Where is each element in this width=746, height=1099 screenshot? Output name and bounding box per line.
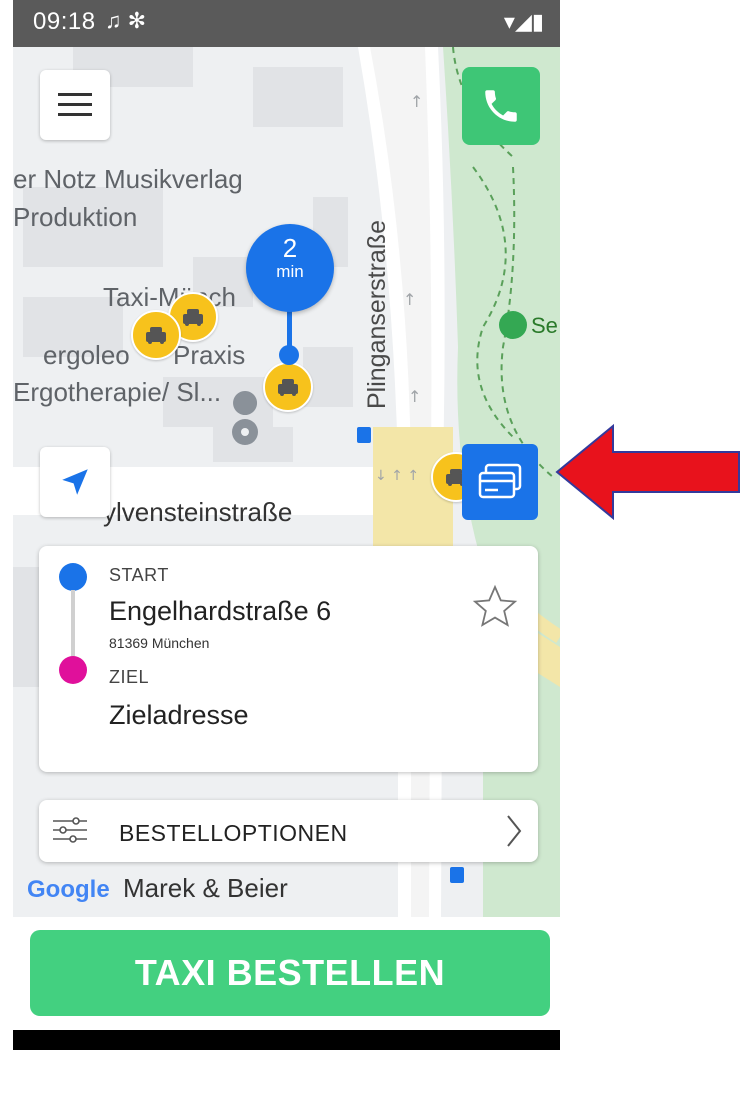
- map-label-poi: Praxis: [173, 340, 246, 370]
- menu-button[interactable]: [40, 70, 110, 140]
- map-label-poi: Ergotherapie/ Sl...: [13, 377, 222, 407]
- map-label-park: Se: [531, 313, 558, 338]
- credit-card-icon: [478, 463, 522, 499]
- phone-screen: 09:18 ♫ ✻ ▾◢▮ ↑ ↑ ↑ ↓ ↑ ↑ er Notz Musikv…: [13, 0, 560, 1050]
- start-label: START: [109, 565, 169, 585]
- map-label-street: ylvensteinstraße: [103, 497, 293, 527]
- sliders-icon: [53, 817, 87, 843]
- start-marker-icon: [59, 563, 87, 591]
- map-label-poi: Produktion: [13, 202, 138, 232]
- google-logo-text: Google: [27, 876, 110, 903]
- phone-icon: [485, 90, 517, 122]
- svg-text:↑: ↑: [403, 290, 416, 309]
- back-icon[interactable]: ‹: [121, 1046, 130, 1050]
- route-card: START Engelhardstraße 6 81369 München ZI…: [39, 546, 538, 772]
- annotation-arrow-icon: [555, 423, 740, 520]
- order-options-button[interactable]: BESTELLOPTIONEN: [39, 800, 538, 862]
- payment-button[interactable]: [462, 444, 538, 520]
- map-label-poi: ergoleo: [43, 340, 130, 370]
- google-attribution: Google: [27, 876, 110, 904]
- map-label-poi: er Notz Musikverlag: [13, 164, 243, 194]
- eta-pin[interactable]: 2 min: [246, 224, 334, 312]
- map-label-poi: Marek & Beier: [123, 873, 288, 903]
- svg-text:↑: ↑: [408, 387, 421, 406]
- order-options-label: BESTELLOPTIONEN: [119, 820, 348, 846]
- route-connector: [71, 590, 75, 660]
- start-city: 81369 München: [109, 635, 210, 651]
- star-icon[interactable]: [471, 584, 519, 630]
- eta-value: 2: [282, 233, 298, 263]
- destination-marker-icon: [59, 656, 87, 684]
- menu-icon: [58, 93, 92, 116]
- taxi-icon[interactable]: [263, 362, 313, 412]
- system-navigation-bar: ‹: [13, 1030, 560, 1050]
- order-taxi-button[interactable]: TAXI BESTELLEN: [30, 930, 550, 1016]
- locate-me-button[interactable]: [40, 447, 110, 517]
- status-time: 09:18: [33, 8, 96, 35]
- svg-text:↓ ↑ ↑: ↓ ↑ ↑: [375, 468, 419, 484]
- map-label-street: Plinganserstraße: [363, 220, 391, 409]
- eta-unit: min: [276, 262, 304, 281]
- destination-address[interactable]: Zieladresse: [109, 700, 249, 731]
- navigation-arrow-icon: [62, 469, 88, 495]
- pickup-location-dot: [279, 345, 299, 365]
- destination-label: ZIEL: [109, 667, 150, 687]
- svg-text:↑: ↑: [410, 92, 423, 111]
- start-address[interactable]: Engelhardstraße 6: [109, 596, 331, 627]
- status-notification-icons: ♫ ✻: [105, 8, 147, 33]
- taxi-icon[interactable]: [131, 310, 181, 360]
- status-system-icons: ▾◢▮: [503, 9, 544, 34]
- chevron-right-icon: [507, 815, 522, 847]
- status-bar: 09:18 ♫ ✻ ▾◢▮: [13, 0, 560, 47]
- call-button[interactable]: [462, 67, 540, 145]
